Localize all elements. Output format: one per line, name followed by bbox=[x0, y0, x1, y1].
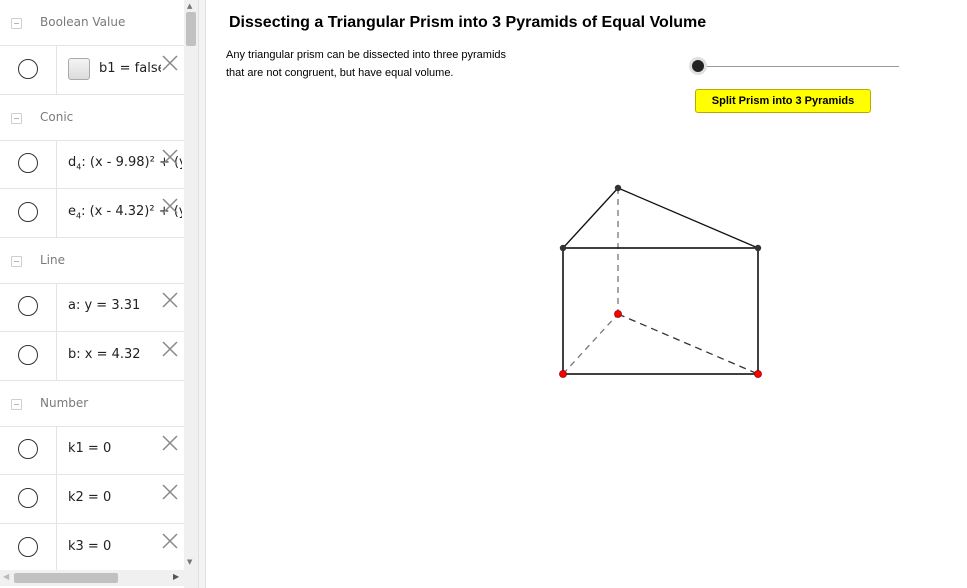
delete-x-icon[interactable] bbox=[160, 482, 180, 502]
algebra-item-k3[interactable]: k3 = 0 bbox=[0, 524, 184, 570]
visibility-circle-icon[interactable] bbox=[18, 537, 38, 557]
scroll-up-arrow-icon[interactable]: ▲ bbox=[187, 2, 192, 10]
collapse-minus-icon[interactable] bbox=[11, 399, 22, 410]
visibility-circle-icon[interactable] bbox=[18, 202, 38, 222]
algebra-item-d4[interactable]: d4: (x - 9.98)² + (y bbox=[0, 140, 184, 189]
group-label: Boolean Value bbox=[40, 15, 126, 29]
visibility-toggle[interactable] bbox=[0, 46, 57, 94]
scroll-down-arrow-icon[interactable]: ▼ bbox=[187, 558, 192, 566]
panel-splitter[interactable] bbox=[198, 0, 206, 588]
scrollbar-thumb[interactable] bbox=[14, 573, 118, 583]
algebra-list: Boolean Value b1 = false Conic d4: (x - … bbox=[0, 0, 184, 570]
delete-x-icon[interactable] bbox=[160, 53, 180, 73]
delete-x-icon[interactable] bbox=[160, 339, 180, 359]
vertical-scrollbar[interactable]: ▲ ▼ bbox=[184, 0, 198, 570]
delete-x-icon[interactable] bbox=[160, 433, 180, 453]
visibility-circle-icon[interactable] bbox=[18, 345, 38, 365]
horizontal-scrollbar[interactable]: ◀ ▶ bbox=[0, 570, 184, 586]
prism-drawing bbox=[559, 184, 762, 378]
delete-x-icon[interactable] bbox=[160, 531, 180, 551]
group-label: Line bbox=[40, 253, 66, 267]
hidden-edge bbox=[617, 313, 759, 375]
group-label: Conic bbox=[40, 110, 74, 124]
vertex-point[interactable] bbox=[559, 370, 567, 378]
algebra-panel: Boolean Value b1 = false Conic d4: (x - … bbox=[0, 0, 198, 588]
item-definition[interactable]: b1 = false bbox=[99, 61, 161, 76]
visibility-toggle[interactable] bbox=[0, 524, 57, 570]
algebra-item-a[interactable]: a: y = 3.31 bbox=[0, 283, 184, 332]
algebra-item-e4[interactable]: e4: (x - 4.32)² + (y bbox=[0, 189, 184, 238]
scrollbar-corner bbox=[184, 570, 198, 588]
vertex-point[interactable] bbox=[754, 244, 762, 252]
scrollbar-thumb[interactable] bbox=[186, 12, 196, 46]
group-header-conic[interactable]: Conic bbox=[0, 95, 184, 141]
delete-x-icon[interactable] bbox=[160, 290, 180, 310]
scroll-right-arrow-icon[interactable]: ▶ bbox=[173, 572, 179, 581]
collapse-minus-icon[interactable] bbox=[11, 113, 22, 124]
algebra-item-b1[interactable]: b1 = false bbox=[0, 46, 184, 95]
algebra-item-k1[interactable]: k1 = 0 bbox=[0, 426, 184, 475]
delete-x-icon[interactable] bbox=[160, 147, 180, 167]
scroll-left-arrow-icon[interactable]: ◀ bbox=[3, 572, 9, 581]
algebra-item-b[interactable]: b: x = 4.32 bbox=[0, 332, 184, 381]
visibility-circle-icon[interactable] bbox=[18, 488, 38, 508]
visibility-circle-icon[interactable] bbox=[18, 59, 38, 79]
prism-edge bbox=[562, 187, 619, 249]
visibility-toggle[interactable] bbox=[0, 426, 57, 474]
group-header-number[interactable]: Number bbox=[0, 381, 184, 427]
visibility-toggle[interactable] bbox=[0, 332, 57, 380]
vertex-point[interactable] bbox=[614, 310, 622, 318]
collapse-minus-icon[interactable] bbox=[11, 256, 22, 267]
prism-front-face bbox=[562, 247, 759, 375]
group-header-boolean[interactable]: Boolean Value bbox=[0, 0, 184, 46]
vertex-point[interactable] bbox=[754, 370, 762, 378]
vertex-point[interactable] bbox=[614, 184, 622, 192]
visibility-circle-icon[interactable] bbox=[18, 153, 38, 173]
visibility-toggle[interactable] bbox=[0, 475, 57, 523]
group-header-line[interactable]: Line bbox=[0, 238, 184, 284]
collapse-minus-icon[interactable] bbox=[11, 18, 22, 29]
object-name: e bbox=[68, 204, 76, 219]
vertex-point[interactable] bbox=[559, 244, 567, 252]
group-label: Number bbox=[40, 396, 89, 410]
algebra-item-k2[interactable]: k2 = 0 bbox=[0, 475, 184, 524]
visibility-toggle[interactable] bbox=[0, 140, 57, 188]
hidden-edge bbox=[562, 313, 619, 375]
graphics-view[interactable]: Dissecting a Triangular Prism into 3 Pyr… bbox=[206, 0, 967, 588]
checkbox-b1[interactable] bbox=[68, 58, 90, 80]
delete-x-icon[interactable] bbox=[160, 196, 180, 216]
visibility-toggle[interactable] bbox=[0, 283, 57, 331]
prism-edge bbox=[617, 187, 759, 249]
visibility-circle-icon[interactable] bbox=[18, 296, 38, 316]
visibility-toggle[interactable] bbox=[0, 189, 57, 237]
visibility-circle-icon[interactable] bbox=[18, 439, 38, 459]
